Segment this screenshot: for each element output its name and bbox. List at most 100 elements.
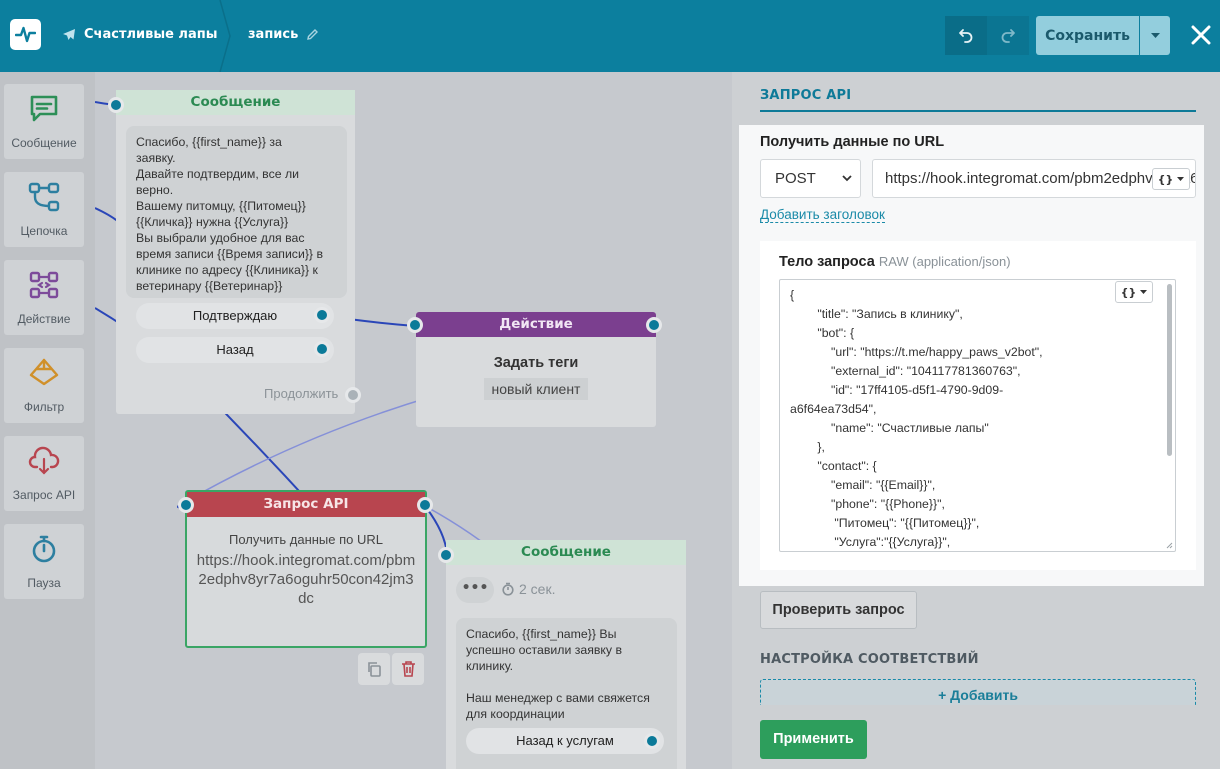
output-port[interactable] <box>646 317 662 333</box>
node-title: Сообщение <box>116 90 355 115</box>
api-url: https://hook.integromat.com/pbm2edphv8yr… <box>196 552 416 607</box>
method-select[interactable]: POST <box>760 159 861 198</box>
message-icon <box>30 95 58 122</box>
input-port[interactable] <box>108 97 124 113</box>
save-button[interactable]: Сохранить <box>1036 16 1139 55</box>
tool-label: Запрос API <box>12 488 76 502</box>
trash-icon <box>401 661 415 677</box>
filter-icon <box>29 358 59 386</box>
message-button-confirm[interactable]: Подтверждаю <box>136 303 334 329</box>
tag-chip: новый клиент <box>484 378 588 400</box>
api-request-node[interactable]: Запрос API Получить данные по URL https:… <box>185 490 427 648</box>
save-options-button[interactable] <box>1140 16 1170 55</box>
body-title: Тело запроса RAW (application/json) <box>779 254 1011 270</box>
tool-label: Фильтр <box>23 400 65 414</box>
body-scrollbar[interactable] <box>1167 284 1172 456</box>
duplicate-node-button[interactable] <box>358 653 390 685</box>
close-button[interactable] <box>1188 22 1214 48</box>
tool-filter[interactable]: Фильтр <box>4 348 84 423</box>
stopwatch-icon <box>32 535 56 563</box>
top-bar: Счастливые лапы запись Сохранить <box>0 0 1220 72</box>
action-node[interactable]: Действие Задать теги новый клиент <box>416 312 656 427</box>
tool-api-request[interactable]: Запрос API <box>4 436 84 511</box>
braces-icon: {} <box>1157 172 1174 186</box>
request-heading: Получить данные по URL <box>760 134 945 150</box>
breadcrumb-separator <box>219 0 231 72</box>
message-node-1[interactable]: Сообщение Спасибо, {{first_name}} за зая… <box>116 90 355 414</box>
tool-action[interactable]: Действие <box>4 260 84 335</box>
braces-icon: {} <box>1120 285 1137 299</box>
body-format: RAW (application/json) <box>878 254 1011 269</box>
output-port[interactable] <box>314 307 330 323</box>
apply-button[interactable]: Применить <box>760 720 867 759</box>
tool-label: Пауза <box>27 576 61 590</box>
chevron-down-icon <box>1150 32 1160 38</box>
close-icon <box>1191 25 1211 45</box>
app-logo-icon[interactable] <box>10 19 41 50</box>
check-request-button[interactable]: Проверить запрос <box>760 591 917 629</box>
bot-name: Счастливые лапы <box>84 27 218 42</box>
tool-label: Цепочка <box>20 224 68 238</box>
api-cloud-icon <box>28 446 60 475</box>
insert-variable-button[interactable]: {} <box>1115 281 1153 303</box>
telegram-icon <box>63 29 75 40</box>
chevron-down-icon <box>1140 289 1148 294</box>
history-controls <box>945 16 1029 55</box>
request-body-textarea[interactable]: { "title": "Запись в клинику", "bot": { … <box>779 279 1176 552</box>
delay-value: 2 сек. <box>519 581 556 597</box>
url-input[interactable]: https://hook.integromat.com/pbm2edphv8yr… <box>872 159 1196 198</box>
panel-title-underline <box>760 110 1196 112</box>
message-button-back[interactable]: Назад <box>136 337 334 363</box>
undo-icon <box>959 29 973 43</box>
input-port[interactable] <box>438 547 454 563</box>
api-request-panel: ЗАПРОС API Получить данные по URL POST h… <box>732 72 1220 769</box>
output-port[interactable] <box>644 733 660 749</box>
node-title: Сообщение <box>446 540 686 565</box>
output-port[interactable] <box>314 341 330 357</box>
pencil-icon[interactable] <box>306 28 319 41</box>
tool-message[interactable]: Сообщение <box>4 84 84 159</box>
delete-node-button[interactable] <box>392 653 424 685</box>
continue-label: Продолжить <box>264 386 339 401</box>
page-name: запись <box>248 27 299 42</box>
input-port[interactable] <box>178 497 194 513</box>
mapping-title: НАСТРОЙКА СООТВЕТСТВИЙ <box>760 652 979 667</box>
request-body-json: { "title": "Запись в клинику", "bot": { … <box>790 288 1043 549</box>
redo-icon <box>1001 29 1015 43</box>
request-card: Получить данные по URL POST https://hook… <box>739 125 1204 586</box>
breadcrumb-bot[interactable]: Счастливые лапы <box>62 27 217 42</box>
chevron-down-icon <box>1177 176 1185 181</box>
action-icon <box>29 271 59 299</box>
redo-button[interactable] <box>987 16 1029 55</box>
tool-label: Сообщение <box>11 136 77 150</box>
add-header-link[interactable]: Добавить заголовок <box>760 207 885 223</box>
panel-title: ЗАПРОС API <box>760 88 852 103</box>
undo-button[interactable] <box>945 16 987 55</box>
input-port[interactable] <box>407 317 423 333</box>
insert-variable-button[interactable]: {} <box>1152 168 1190 190</box>
node-title: Действие <box>416 312 656 337</box>
resize-handle-icon[interactable] <box>1166 542 1173 549</box>
tool-palette: Сообщение Цепочка Действие Фильтр Запрос… <box>0 72 95 769</box>
api-subtitle: Получить данные по URL <box>229 532 383 547</box>
breadcrumb-page[interactable]: запись <box>248 27 319 42</box>
continue-port[interactable] <box>345 387 361 403</box>
flow-canvas[interactable]: Сообщение Спасибо, {{first_name}} за зая… <box>95 72 732 769</box>
action-subtitle: Задать теги <box>493 355 579 371</box>
message-text[interactable]: Спасибо, {{first_name}} за заявку. Давай… <box>126 126 347 298</box>
delay-indicator: 2 сек. <box>502 581 555 597</box>
tool-label: Действие <box>17 312 71 326</box>
request-body-card: Тело запроса RAW (application/json) { "t… <box>760 241 1196 570</box>
chain-icon <box>28 182 60 212</box>
chevron-down-icon <box>842 175 852 182</box>
message-button-back-to-services[interactable]: Назад к услугам <box>466 728 664 754</box>
stopwatch-icon <box>502 582 514 596</box>
tool-pause[interactable]: Пауза <box>4 524 84 599</box>
node-title: Запрос API <box>187 492 425 517</box>
body-title-label: Тело запроса <box>779 254 875 270</box>
output-port[interactable] <box>417 497 433 513</box>
copy-icon <box>368 662 381 677</box>
method-value: POST <box>775 170 816 187</box>
more-options-button[interactable]: ••• <box>456 577 494 603</box>
tool-chain[interactable]: Цепочка <box>4 172 84 247</box>
